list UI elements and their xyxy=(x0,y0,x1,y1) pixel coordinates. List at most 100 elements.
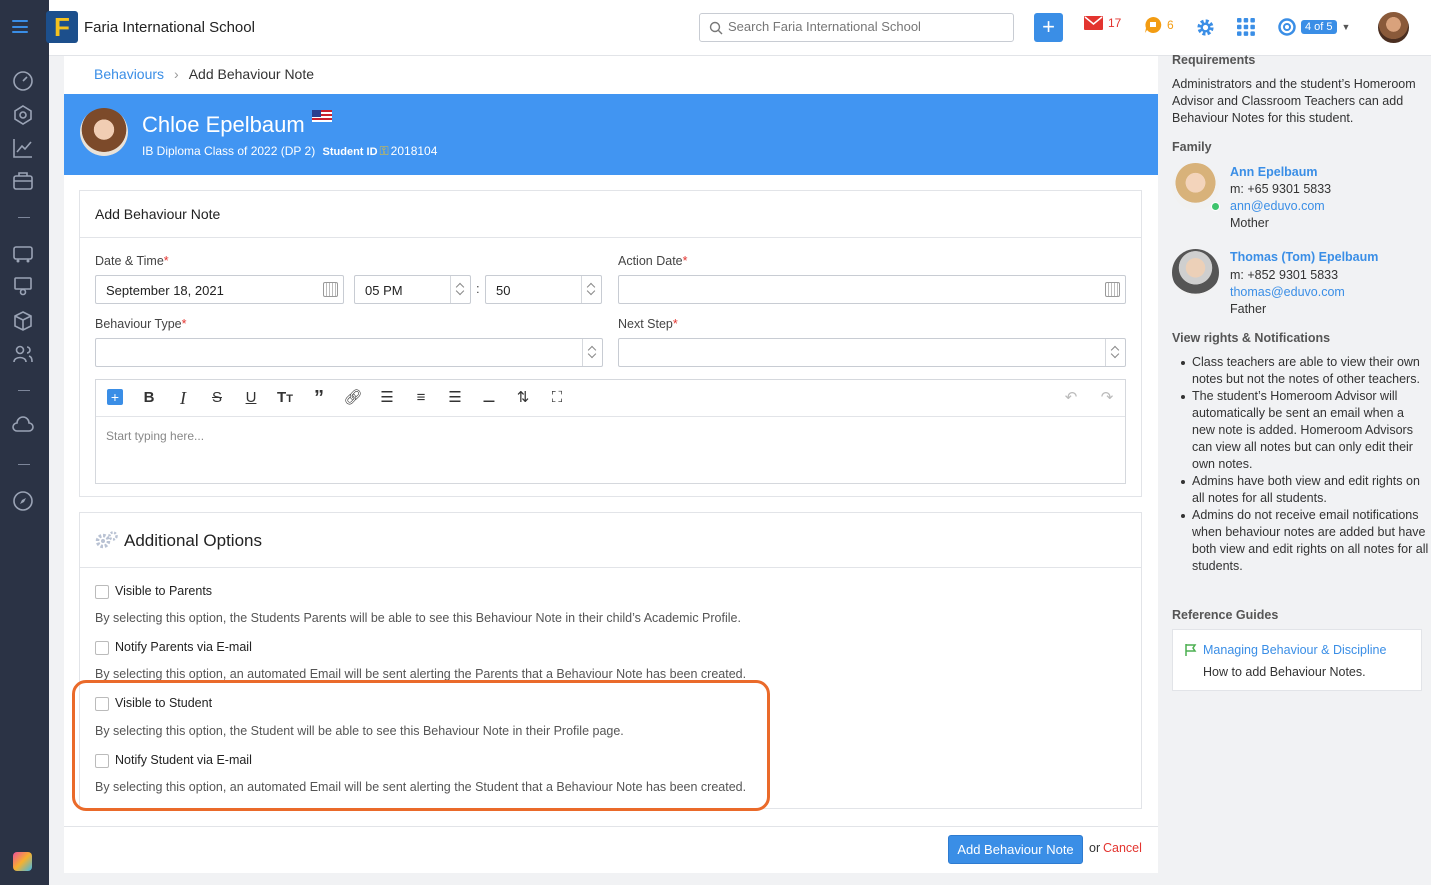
parent-name-link[interactable]: Thomas (Tom) Epelbaum xyxy=(1230,250,1378,264)
behaviour-type-label: Behaviour Type* xyxy=(95,317,187,331)
chart-icon[interactable] xyxy=(12,137,34,159)
student-subtitle: IB Diploma Class of 2022 (DP 2) Student … xyxy=(142,144,437,159)
minute-select[interactable]: 50 xyxy=(485,275,602,304)
behaviour-type-select[interactable] xyxy=(95,338,603,367)
list-item: Admins do not receive email notification… xyxy=(1180,507,1430,575)
additional-options-title: Additional Options xyxy=(124,531,262,550)
next-step-select[interactable] xyxy=(618,338,1126,367)
underline-icon[interactable]: U xyxy=(240,387,262,409)
undo-icon[interactable]: ↶ xyxy=(1060,387,1082,409)
visible-to-parents-checkbox[interactable] xyxy=(95,585,109,599)
settings-gear-icon[interactable] xyxy=(1196,18,1215,37)
editor-placeholder[interactable]: Start typing here... xyxy=(106,429,204,443)
horizontal-rule-icon[interactable]: ⚊ xyxy=(478,387,500,409)
gears-icon xyxy=(95,531,118,549)
school-name: Faria International School xyxy=(84,19,255,36)
link-icon[interactable]: 🔗︎ xyxy=(342,387,364,409)
pager-badge: 4 of 5 xyxy=(1301,20,1337,34)
bullet-list-icon[interactable]: ☰ xyxy=(376,387,398,409)
app-logo-icon[interactable] xyxy=(13,852,32,871)
bus-icon[interactable] xyxy=(12,243,34,265)
redo-icon[interactable]: ↷ xyxy=(1096,387,1118,409)
notify-parents-label[interactable]: Notify Parents via E-mail xyxy=(115,640,252,654)
guide-link[interactable]: Managing Behaviour & Discipline xyxy=(1203,643,1386,657)
notify-parents-desc: By selecting this option, an automated E… xyxy=(95,667,747,681)
flag-icon xyxy=(1185,644,1197,656)
search-icon xyxy=(709,21,723,35)
requirements-title: Requirements xyxy=(1172,53,1256,67)
cancel-link[interactable]: Cancel xyxy=(1103,841,1142,855)
date-time-label: Date & Time* xyxy=(95,254,169,268)
cube-icon[interactable] xyxy=(12,310,34,332)
numbered-list-icon[interactable]: ≡ xyxy=(410,387,432,409)
user-avatar[interactable] xyxy=(1378,12,1409,43)
parent-relation: Mother xyxy=(1230,216,1269,230)
rights-title: View rights & Notifications xyxy=(1172,331,1331,345)
menu-icon[interactable] xyxy=(12,20,28,33)
parent-email-link[interactable]: thomas@eduvo.com xyxy=(1230,285,1345,299)
parent-phone: m: +65 9301 5833 xyxy=(1230,182,1332,196)
next-step-stepper-icon[interactable] xyxy=(1105,339,1125,366)
online-status-dot xyxy=(1211,202,1220,211)
parent-phone: m: +852 9301 5833 xyxy=(1230,268,1339,282)
align-icon[interactable]: ☰ xyxy=(444,387,466,409)
date-field[interactable]: September 18, 2021 xyxy=(95,275,344,304)
parent-photo[interactable] xyxy=(1172,249,1219,296)
notify-parents-checkbox[interactable] xyxy=(95,641,109,655)
rich-text-editor[interactable]: + B I S U TT ” 🔗︎ ☰ ≡ ☰ ⚊ ⇅ ⛶ ↶ ↷ Start … xyxy=(95,379,1126,484)
family-title: Family xyxy=(1172,140,1212,154)
breadcrumb-current: Add Behaviour Note xyxy=(188,66,315,82)
dashboard-icon[interactable] xyxy=(12,70,34,92)
cloud-icon[interactable] xyxy=(12,415,34,437)
visible-to-parents-label[interactable]: Visible to Parents xyxy=(115,584,212,598)
list-item: Class teachers are able to view their ow… xyxy=(1180,354,1430,388)
rights-list: Class teachers are able to view their ow… xyxy=(1180,354,1430,575)
parent-email-link[interactable]: ann@eduvo.com xyxy=(1230,199,1325,213)
briefcase-icon[interactable] xyxy=(12,170,34,192)
apps-grid-icon[interactable] xyxy=(1237,18,1255,36)
mail-icon xyxy=(1084,16,1103,30)
chat-count: 6 xyxy=(1167,18,1174,32)
or-text: or xyxy=(1089,841,1101,855)
quote-icon[interactable]: ” xyxy=(308,387,330,409)
hour-stepper-icon[interactable] xyxy=(450,276,470,303)
lifebuoy-icon xyxy=(1278,18,1296,36)
insert-plus-icon[interactable]: + xyxy=(104,387,126,409)
fullscreen-icon[interactable]: ⛶ xyxy=(546,387,568,409)
breadcrumb: Behaviours › Add Behaviour Note xyxy=(94,66,314,82)
help-pager-button[interactable]: 4 of 5 ▼ xyxy=(1278,18,1350,36)
people-icon[interactable] xyxy=(12,343,34,365)
search-input[interactable] xyxy=(728,19,1008,34)
hour-select[interactable]: 05 PM xyxy=(354,275,471,304)
bold-icon[interactable]: B xyxy=(138,387,160,409)
italic-icon[interactable]: I xyxy=(172,387,194,409)
highlight-annotation xyxy=(72,680,770,811)
transform-icon[interactable]: ⇅ xyxy=(512,387,534,409)
left-nav xyxy=(0,0,49,885)
chevron-down-icon: ▼ xyxy=(1341,22,1351,32)
add-button[interactable]: + xyxy=(1034,13,1063,42)
minute-stepper-icon[interactable] xyxy=(581,276,601,303)
school-logo[interactable]: F xyxy=(46,11,78,43)
chevron-right-icon: › xyxy=(174,66,179,82)
compass-icon[interactable] xyxy=(12,490,34,512)
gauge-icon[interactable] xyxy=(12,104,34,126)
guide-desc: How to add Behaviour Notes. xyxy=(1203,665,1366,679)
add-behaviour-note-button[interactable]: Add Behaviour Note xyxy=(948,835,1083,864)
search-box[interactable] xyxy=(699,13,1014,42)
chat-button[interactable]: 6 xyxy=(1144,16,1174,34)
text-size-icon[interactable]: TT xyxy=(274,387,296,409)
action-date-label: Action Date* xyxy=(618,254,688,268)
action-date-field[interactable] xyxy=(618,275,1126,304)
breadcrumb-behaviours-link[interactable]: Behaviours xyxy=(94,66,164,82)
parent-name-link[interactable]: Ann Epelbaum xyxy=(1230,165,1318,179)
calendar-icon[interactable] xyxy=(1105,282,1120,297)
next-step-label: Next Step* xyxy=(618,317,678,331)
calendar-icon[interactable] xyxy=(323,282,338,297)
reference-guide-card[interactable]: Managing Behaviour & Discipline How to a… xyxy=(1172,629,1422,691)
behaviour-type-stepper-icon[interactable] xyxy=(582,339,602,366)
mail-button[interactable]: 17 xyxy=(1084,16,1121,30)
list-item: The student’s Homeroom Advisor will auto… xyxy=(1180,388,1430,473)
strikethrough-icon[interactable]: S xyxy=(206,387,228,409)
teacher-icon[interactable] xyxy=(12,276,34,298)
